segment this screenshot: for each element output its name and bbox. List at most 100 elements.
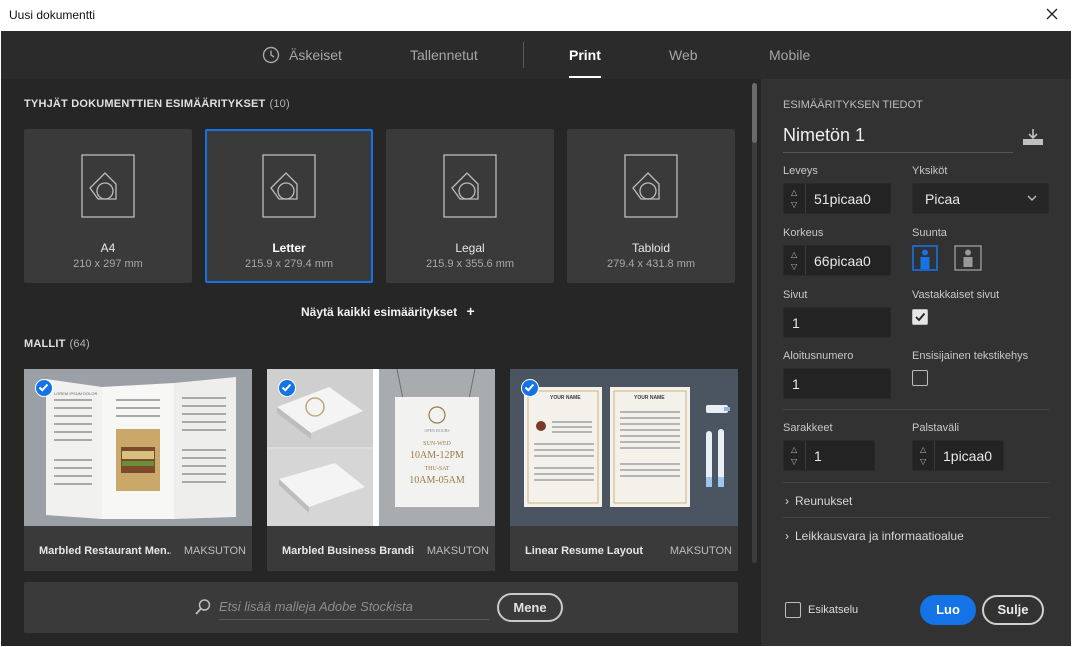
document-name-field[interactable]: Nimetön 1 xyxy=(783,125,1013,153)
window-title: Uusi dokumentti xyxy=(9,8,96,22)
close-button[interactable]: Sulje xyxy=(982,595,1044,625)
sign-text: 10AM-05AM xyxy=(409,475,465,486)
menu-text: LOREM IPSUM DOLOR xyxy=(54,391,97,396)
category-tabs: Äskeiset Tallennetut Print Web Mobile xyxy=(1,31,1071,79)
preset-size: 215.9 x 279.4 mm xyxy=(244,258,334,270)
free-badge: MAKSUTON xyxy=(669,545,732,557)
units-value: Picaa xyxy=(925,191,961,207)
template-marbled-restaurant-menu[interactable]: LOREM IPSUM DOLOR Marbled Restaurant Men… xyxy=(24,369,252,571)
landscape-orientation-icon[interactable] xyxy=(954,245,982,271)
template-linear-resume-layout[interactable]: YOUR NAME YOUR NAME Linear Resume Layout xyxy=(510,369,738,571)
bleed-slug-section-toggle[interactable]: › Leikkausvara ja informaatioalue xyxy=(785,529,964,543)
width-value: 51picaa0 xyxy=(814,191,871,207)
pages-field[interactable]: 1 xyxy=(783,307,891,338)
document-preset-icon xyxy=(262,154,316,218)
height-label: Korkeus xyxy=(783,227,824,239)
show-all-presets-link[interactable]: Näytä kaikki esimääritykset + xyxy=(301,303,475,319)
gutter-stepper[interactable]: △ ▽ 1picaa0 xyxy=(912,440,1004,471)
gutter-value: 1picaa0 xyxy=(943,448,993,464)
template-marbled-business-branding[interactable]: OPEN HOURS SUN-WED 10AM-12PM THU-SAT 10A… xyxy=(267,369,495,571)
sign-text: THU-SAT xyxy=(425,466,450,472)
template-name: Linear Resume Layout xyxy=(525,545,643,557)
preset-details-panel: ESIMÄÄRITYKSEN TIEDOT Nimetön 1 Leveys △… xyxy=(763,79,1071,646)
tab-print[interactable]: Print xyxy=(569,47,601,79)
scrollbar-thumb[interactable] xyxy=(752,83,757,143)
tab-recent[interactable]: Äskeiset xyxy=(289,47,342,79)
primary-text-frame-checkbox[interactable] xyxy=(912,370,928,386)
document-preset-icon xyxy=(81,154,135,218)
preset-a4[interactable]: A4 210 x 297 mm xyxy=(24,129,192,283)
preview-checkbox[interactable] xyxy=(785,602,801,618)
tab-separator xyxy=(523,42,524,68)
divider xyxy=(783,482,1049,483)
title-bar: Uusi dokumentti xyxy=(0,0,1072,31)
stepper-arrows[interactable]: △ ▽ xyxy=(784,441,806,470)
primary-text-frame-label: Ensisijainen tekstikehys xyxy=(912,350,1029,362)
presets-heading: TYHJÄT DOKUMENTTIEN ESIMÄÄRITYKSET (10) xyxy=(24,98,290,110)
scrollbar[interactable] xyxy=(752,83,757,563)
clock-icon xyxy=(262,46,280,64)
selected-check-icon xyxy=(35,379,53,397)
chevron-right-icon: › xyxy=(785,494,789,508)
tab-mobile[interactable]: Mobile xyxy=(769,47,810,79)
template-name: Marbled Restaurant Men... xyxy=(39,545,171,557)
template-thumbnail: OPEN HOURS SUN-WED 10AM-12PM THU-SAT 10A… xyxy=(267,369,495,526)
search-go-button[interactable]: Mene xyxy=(497,593,563,622)
pages-value: 1 xyxy=(792,315,800,331)
facing-pages-label: Vastakkaiset sivut xyxy=(912,289,1000,301)
height-stepper[interactable]: △ ▽ 66picaa0 xyxy=(783,245,891,276)
columns-value: 1 xyxy=(814,448,822,464)
stepper-arrows[interactable]: △ ▽ xyxy=(913,441,935,470)
divider xyxy=(783,409,1049,410)
width-stepper[interactable]: △ ▽ 51picaa0 xyxy=(783,183,891,214)
sign-text: OPEN HOURS xyxy=(424,428,449,433)
start-number-field[interactable]: 1 xyxy=(783,368,891,399)
new-document-dialog: Äskeiset Tallennetut Print Web Mobile TY… xyxy=(1,31,1071,646)
save-preset-icon[interactable] xyxy=(1021,127,1045,147)
details-heading: ESIMÄÄRITYKSEN TIEDOT xyxy=(783,99,923,111)
document-preset-icon xyxy=(624,154,678,218)
preset-name: Tabloid xyxy=(631,241,671,255)
units-dropdown[interactable]: Picaa xyxy=(912,183,1049,214)
create-button[interactable]: Luo xyxy=(920,595,976,625)
selected-check-icon xyxy=(521,379,539,397)
preset-size: 279.4 x 431.8 mm xyxy=(606,258,696,270)
document-preset-icon xyxy=(443,154,497,218)
stepper-arrows[interactable]: △ ▽ xyxy=(784,184,806,213)
preset-name: Letter xyxy=(272,241,306,255)
start-number-value: 1 xyxy=(792,376,800,392)
orientation-label: Suunta xyxy=(912,227,947,239)
pages-label: Sivut xyxy=(783,289,808,301)
divider xyxy=(783,517,1049,518)
units-label: Yksiköt xyxy=(912,165,948,177)
preview-label: Esikatselu xyxy=(808,604,859,616)
preset-size: 210 x 297 mm xyxy=(73,258,143,270)
close-icon[interactable] xyxy=(1042,4,1062,24)
columns-stepper[interactable]: △ ▽ 1 xyxy=(783,440,875,471)
stepper-arrows[interactable]: △ ▽ xyxy=(784,246,806,275)
preset-name: A4 xyxy=(100,241,116,255)
sign-text: 10AM-12PM xyxy=(410,450,464,461)
width-label: Leveys xyxy=(783,165,818,177)
sign-text: SUN-WED xyxy=(423,441,451,447)
chevron-right-icon: › xyxy=(785,529,789,543)
margins-section-toggle[interactable]: › Reunukset xyxy=(785,494,852,508)
checkmark-icon xyxy=(915,312,926,322)
portrait-orientation-icon[interactable] xyxy=(912,245,938,271)
plus-icon: + xyxy=(466,303,475,319)
templates-heading: MALLIT (64) xyxy=(24,338,90,350)
tab-saved[interactable]: Tallennetut xyxy=(410,47,478,79)
facing-pages-checkbox[interactable] xyxy=(912,309,928,325)
stock-search-bar: Mene xyxy=(24,582,738,633)
preset-letter[interactable]: Letter 215.9 x 279.4 mm xyxy=(205,129,373,283)
preset-name: Legal xyxy=(455,241,485,255)
preset-tabloid[interactable]: Tabloid 279.4 x 431.8 mm xyxy=(567,129,735,283)
template-thumbnail: LOREM IPSUM DOLOR xyxy=(24,369,252,526)
preset-legal[interactable]: Legal 215.9 x 355.6 mm xyxy=(386,129,554,283)
search-icon xyxy=(195,599,211,615)
free-badge: MAKSUTON xyxy=(183,545,246,557)
gutter-label: Palstaväli xyxy=(912,422,960,434)
tab-web[interactable]: Web xyxy=(669,47,698,79)
selected-check-icon xyxy=(278,379,296,397)
stock-search-input[interactable] xyxy=(219,594,489,620)
